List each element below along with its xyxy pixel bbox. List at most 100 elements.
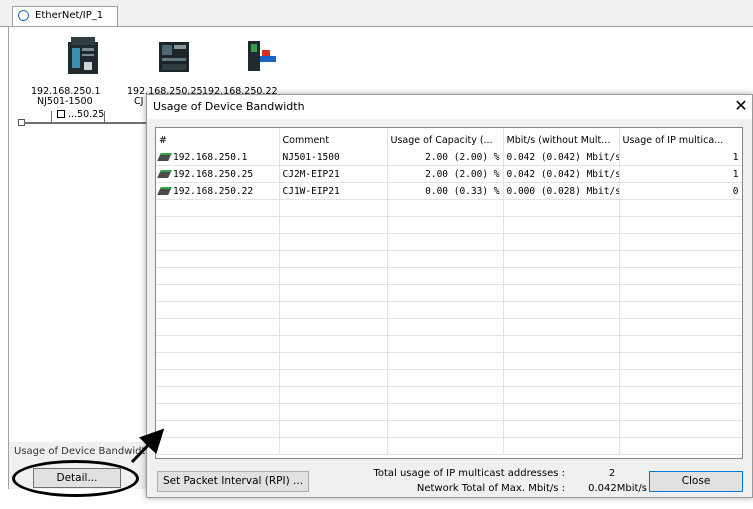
empty-cell bbox=[619, 216, 742, 234]
empty-cell bbox=[387, 437, 504, 455]
bandwidth-table[interactable]: # Comment Usage of Capacity (... Mbit/s … bbox=[155, 127, 743, 459]
row-comment-cell: NJ501-1500 bbox=[279, 149, 388, 166]
close-icon[interactable]: ✕ bbox=[732, 96, 750, 116]
empty-cell bbox=[503, 267, 620, 285]
row-mbits-cell: 0.042 (0.042) Mbit/s bbox=[503, 165, 620, 183]
empty-row bbox=[156, 233, 742, 251]
row-comment-cell: CJ1W-EIP21 bbox=[279, 182, 388, 200]
empty-cell bbox=[503, 284, 620, 302]
empty-cell bbox=[387, 199, 504, 217]
empty-row bbox=[156, 386, 742, 404]
table-row[interactable]: 192.168.250.1 NJ501-1500 2.00 (2.00) % 0… bbox=[156, 149, 742, 166]
empty-cell bbox=[156, 352, 280, 370]
empty-cell bbox=[156, 335, 280, 353]
empty-cell bbox=[387, 369, 504, 387]
tab-ethernet-ip[interactable]: EtherNet/IP_1 bbox=[12, 6, 118, 26]
empty-cell bbox=[156, 267, 280, 285]
empty-cell bbox=[619, 403, 742, 421]
empty-row bbox=[156, 284, 742, 302]
set-packet-interval-button[interactable]: Set Packet Interval (RPI) ... bbox=[157, 471, 309, 492]
tab-label: EtherNet/IP_1 bbox=[35, 10, 104, 21]
empty-cell bbox=[279, 301, 388, 319]
row-multicast-cell: 0 bbox=[619, 182, 742, 200]
empty-cell bbox=[387, 301, 504, 319]
total-multicast-label: Total usage of IP multicast addresses : bbox=[373, 468, 565, 479]
column-header-comment[interactable]: Comment bbox=[279, 128, 388, 149]
empty-cell bbox=[279, 335, 388, 353]
device-nj501-icon[interactable] bbox=[66, 36, 100, 79]
dialog-title: Usage of Device Bandwidth bbox=[153, 100, 305, 113]
table-row[interactable]: 192.168.250.25 CJ2M-EIP21 2.00 (2.00) % … bbox=[156, 165, 742, 183]
empty-cell bbox=[619, 420, 742, 438]
empty-cell bbox=[279, 318, 388, 336]
column-header-mbits[interactable]: Mbit/s (without Mult... bbox=[503, 128, 620, 149]
empty-row bbox=[156, 369, 742, 387]
empty-cell bbox=[387, 318, 504, 336]
empty-cell bbox=[279, 369, 388, 387]
network-total-label: Network Total of Max. Mbit/s : bbox=[416, 483, 565, 494]
network-total-value: 0.042Mbit/s bbox=[588, 483, 647, 494]
node-edit-icon bbox=[57, 110, 65, 118]
empty-cell bbox=[279, 267, 388, 285]
empty-cell bbox=[619, 437, 742, 455]
empty-cell bbox=[279, 403, 388, 421]
drop-line-1 bbox=[51, 111, 52, 123]
empty-cell bbox=[387, 420, 504, 438]
empty-cell bbox=[387, 233, 504, 251]
empty-cell bbox=[503, 250, 620, 268]
empty-row bbox=[156, 420, 742, 438]
empty-cell bbox=[619, 267, 742, 285]
empty-row bbox=[156, 267, 742, 285]
empty-row bbox=[156, 216, 742, 234]
empty-cell bbox=[279, 420, 388, 438]
empty-cell bbox=[279, 199, 388, 217]
empty-cell bbox=[387, 250, 504, 268]
column-header-capacity[interactable]: Usage of Capacity (... bbox=[387, 128, 504, 149]
empty-cell bbox=[387, 335, 504, 353]
device-cj1w-icon[interactable] bbox=[244, 38, 278, 77]
empty-cell bbox=[156, 437, 280, 455]
column-header-multicast[interactable]: Usage of IP multica... bbox=[619, 128, 742, 149]
empty-cell bbox=[503, 437, 620, 455]
empty-cell bbox=[387, 284, 504, 302]
empty-cell bbox=[156, 216, 280, 234]
device-cj2m-icon[interactable] bbox=[157, 38, 191, 77]
empty-cell bbox=[619, 352, 742, 370]
empty-cell bbox=[387, 267, 504, 285]
empty-row bbox=[156, 437, 742, 455]
empty-row bbox=[156, 250, 742, 268]
row-ip-cell: 192.168.250.22 bbox=[156, 182, 280, 200]
empty-cell bbox=[156, 250, 280, 268]
row-ip-cell: 192.168.250.25 bbox=[156, 165, 280, 183]
left-frame-border bbox=[8, 27, 9, 489]
empty-cell bbox=[503, 318, 620, 336]
empty-cell bbox=[279, 284, 388, 302]
empty-row bbox=[156, 301, 742, 319]
empty-cell bbox=[619, 301, 742, 319]
empty-cell bbox=[156, 284, 280, 302]
device-icon bbox=[157, 186, 172, 195]
empty-cell bbox=[619, 318, 742, 336]
empty-cell bbox=[503, 403, 620, 421]
empty-row bbox=[156, 318, 742, 336]
close-button[interactable]: Close bbox=[649, 471, 743, 492]
table-row[interactable]: 192.168.250.22 CJ1W-EIP21 0.00 (0.33) % … bbox=[156, 182, 742, 200]
empty-cell bbox=[619, 335, 742, 353]
row-multicast-cell: 1 bbox=[619, 149, 742, 166]
empty-cell bbox=[503, 216, 620, 234]
device-icon bbox=[157, 169, 172, 178]
empty-rows bbox=[156, 199, 742, 455]
empty-cell bbox=[156, 369, 280, 387]
device-bandwidth-dialog: Usage of Device Bandwidth ✕ # Comment Us… bbox=[146, 94, 753, 498]
empty-cell bbox=[503, 420, 620, 438]
empty-cell bbox=[387, 216, 504, 234]
node-address-box[interactable]: ...50.25 bbox=[57, 109, 105, 122]
empty-cell bbox=[279, 233, 388, 251]
empty-cell bbox=[156, 420, 280, 438]
device-icon bbox=[157, 152, 172, 161]
empty-cell bbox=[503, 352, 620, 370]
table-header: # Comment Usage of Capacity (... Mbit/s … bbox=[156, 128, 742, 149]
column-header-number[interactable]: # bbox=[156, 128, 280, 149]
dialog-body: # Comment Usage of Capacity (... Mbit/s … bbox=[147, 119, 752, 497]
row-capacity-cell: 2.00 (2.00) % bbox=[387, 149, 504, 166]
